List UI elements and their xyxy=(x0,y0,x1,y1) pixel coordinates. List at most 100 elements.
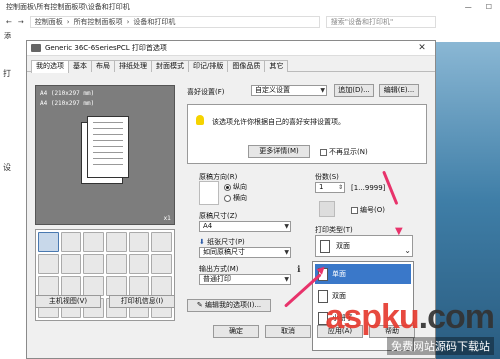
tab-cover-mode[interactable]: 封面模式 xyxy=(151,60,189,72)
dialog-titlebar: Generic 36C-6SeriesPCL 打印首选项 ✕ xyxy=(27,41,435,56)
paper-size-label-text: 纸张尺寸(P) xyxy=(207,238,245,246)
function-icon[interactable] xyxy=(151,276,172,296)
maximize-icon[interactable]: ☐ xyxy=(486,3,492,11)
arrow-down-icon: ⬇ xyxy=(199,238,205,246)
function-icon[interactable] xyxy=(151,232,172,252)
print-type-value: 双面 xyxy=(336,242,350,250)
collate-icon xyxy=(319,201,335,217)
collate-option[interactable]: 编号(O) xyxy=(351,205,385,215)
landscape-label: 横向 xyxy=(233,194,247,202)
print-preview: A4 (210x297 mm) A4 (210x297 mm) x1 xyxy=(35,85,175,225)
tab-basic[interactable]: 基本 xyxy=(68,60,92,72)
chevron-down-icon: ▼ xyxy=(320,87,325,94)
watermark-logo: aspku.com xyxy=(325,298,495,337)
paper-size-select[interactable]: 如同原稿尺寸 ▼ xyxy=(199,247,291,258)
cancel-button[interactable]: 取消 xyxy=(265,325,311,338)
copies-spinner[interactable]: 1 ⇕ xyxy=(315,182,345,193)
function-icon[interactable] xyxy=(128,254,150,274)
output-method-select[interactable]: 普通打印 ▼ xyxy=(199,274,291,285)
more-details-button[interactable]: 更多详情(M) xyxy=(248,145,310,158)
copies-indicator: x1 xyxy=(163,215,171,222)
function-icon[interactable] xyxy=(60,232,82,252)
portrait-radio[interactable] xyxy=(224,183,231,191)
info-panel: 该选项允许你根据自己的喜好安排设置项。 更多详情(M) 不再显示(N) xyxy=(187,104,427,164)
portrait-label: 纵向 xyxy=(233,183,247,191)
tab-my-options[interactable]: 我的选项 xyxy=(31,60,69,73)
watermark-suffix: .com xyxy=(418,298,495,336)
breadcrumb-item[interactable]: 所有控制面板项 xyxy=(74,17,123,27)
function-icon[interactable] xyxy=(83,254,104,274)
tab-other[interactable]: 其它 xyxy=(264,60,289,72)
paper-front xyxy=(87,116,129,178)
function-icon[interactable] xyxy=(60,276,82,296)
collate-checkbox[interactable] xyxy=(351,206,358,214)
copies-range: [1...9999] xyxy=(351,184,386,192)
option-label: 单面 xyxy=(332,270,346,278)
host-view-button[interactable]: 主机视图(V) xyxy=(35,295,101,308)
function-icon[interactable] xyxy=(151,254,172,274)
dont-show-checkbox[interactable] xyxy=(320,148,327,156)
tab-stamp[interactable]: 印记/排版 xyxy=(188,60,229,72)
paper-size-label: ⬇ 纸张尺寸(P) xyxy=(199,237,245,247)
function-icon[interactable] xyxy=(60,254,82,274)
function-icon[interactable] xyxy=(83,276,104,296)
orientation-landscape-option[interactable]: 横向 xyxy=(224,193,247,203)
landscape-radio[interactable] xyxy=(224,194,231,202)
edit-my-options-label: 编辑我的选项(I)... xyxy=(204,301,262,309)
original-size-value: A4 xyxy=(203,222,213,230)
spinner-arrows-icon[interactable]: ⇕ xyxy=(338,183,343,192)
function-icon[interactable] xyxy=(38,254,59,274)
tab-strip: 我的选项 基本 布局 排纸处理 封面模式 印记/排版 图像品质 其它 xyxy=(27,60,435,73)
back-icon[interactable]: ← xyxy=(6,18,12,26)
search-input[interactable]: 搜索"设备和打印机" xyxy=(325,16,436,28)
close-icon[interactable]: ✕ xyxy=(409,43,435,53)
tab-layout[interactable]: 布局 xyxy=(91,60,115,72)
dont-show-label: 不再显示(N) xyxy=(329,148,368,156)
function-icon[interactable] xyxy=(105,232,127,252)
breadcrumb-item[interactable]: 设备和打印机 xyxy=(133,17,175,27)
forward-icon[interactable]: → xyxy=(18,18,24,26)
function-icon[interactable] xyxy=(38,276,59,296)
tab-image-quality[interactable]: 图像品质 xyxy=(227,60,266,72)
pencil-icon: ✎ xyxy=(196,301,203,309)
function-icon[interactable] xyxy=(38,232,59,252)
function-icon[interactable] xyxy=(128,232,150,252)
breadcrumb[interactable]: 控制面板 › 所有控制面板项 › 设备和打印机 xyxy=(29,16,320,28)
dont-show-again-option[interactable]: 不再显示(N) xyxy=(320,147,368,157)
section-marker: 设 xyxy=(3,163,11,172)
ok-button[interactable]: 确定 xyxy=(213,325,259,338)
paper-size-value: 如同原稿尺寸 xyxy=(203,248,245,256)
chevron-down-icon: ▼ xyxy=(284,249,289,256)
function-icon[interactable] xyxy=(83,232,104,252)
original-size-select[interactable]: A4 ▼ xyxy=(199,221,291,232)
chevron-down-icon: ▼ xyxy=(284,276,289,283)
breadcrumb-item[interactable]: 控制面板 xyxy=(35,17,63,27)
favorites-select[interactable]: 自定义设置 ▼ xyxy=(251,85,327,96)
address-bar: ← → 控制面板 › 所有控制面板项 › 设备和打印机 搜索"设备和打印机" xyxy=(0,14,500,30)
edit-my-options-button[interactable]: ✎ 编辑我的选项(I)... xyxy=(187,299,271,312)
print-type-option-simplex[interactable]: 单面 xyxy=(315,264,411,284)
print-type-select[interactable]: 双面 ⌄ xyxy=(315,235,413,257)
orientation-portrait-option[interactable]: 纵向 xyxy=(224,182,247,192)
annotation-arrowhead: ▼ xyxy=(395,226,403,237)
watermark-tagline: 免费网站源码下载站 xyxy=(387,337,494,355)
duplex-page-icon xyxy=(320,240,330,253)
minimize-icon[interactable]: — xyxy=(465,3,472,11)
orientation-preview xyxy=(199,181,219,205)
toolbar-item[interactable]: 添 xyxy=(4,31,11,41)
info-icon[interactable]: ℹ xyxy=(297,265,300,275)
function-icon[interactable] xyxy=(105,254,127,274)
function-icon[interactable] xyxy=(105,276,127,296)
copies-value: 1 xyxy=(319,183,324,191)
watermark-brand: aspku xyxy=(325,298,419,336)
chevron-down-icon[interactable]: ⌄ xyxy=(404,241,411,256)
output-method-value: 普通打印 xyxy=(203,275,231,283)
printer-info-button[interactable]: 打印机信息(I) xyxy=(109,295,175,308)
preview-original-size: A4 (210x297 mm) xyxy=(40,90,95,97)
output-method-label: 输出方式(M) xyxy=(199,265,239,273)
add-button[interactable]: 追加(D)... xyxy=(334,84,374,97)
edit-button[interactable]: 编辑(E)... xyxy=(379,84,419,97)
function-icon[interactable] xyxy=(128,276,150,296)
section-marker: 打 xyxy=(3,69,11,78)
tab-finishing[interactable]: 排纸处理 xyxy=(114,60,152,72)
